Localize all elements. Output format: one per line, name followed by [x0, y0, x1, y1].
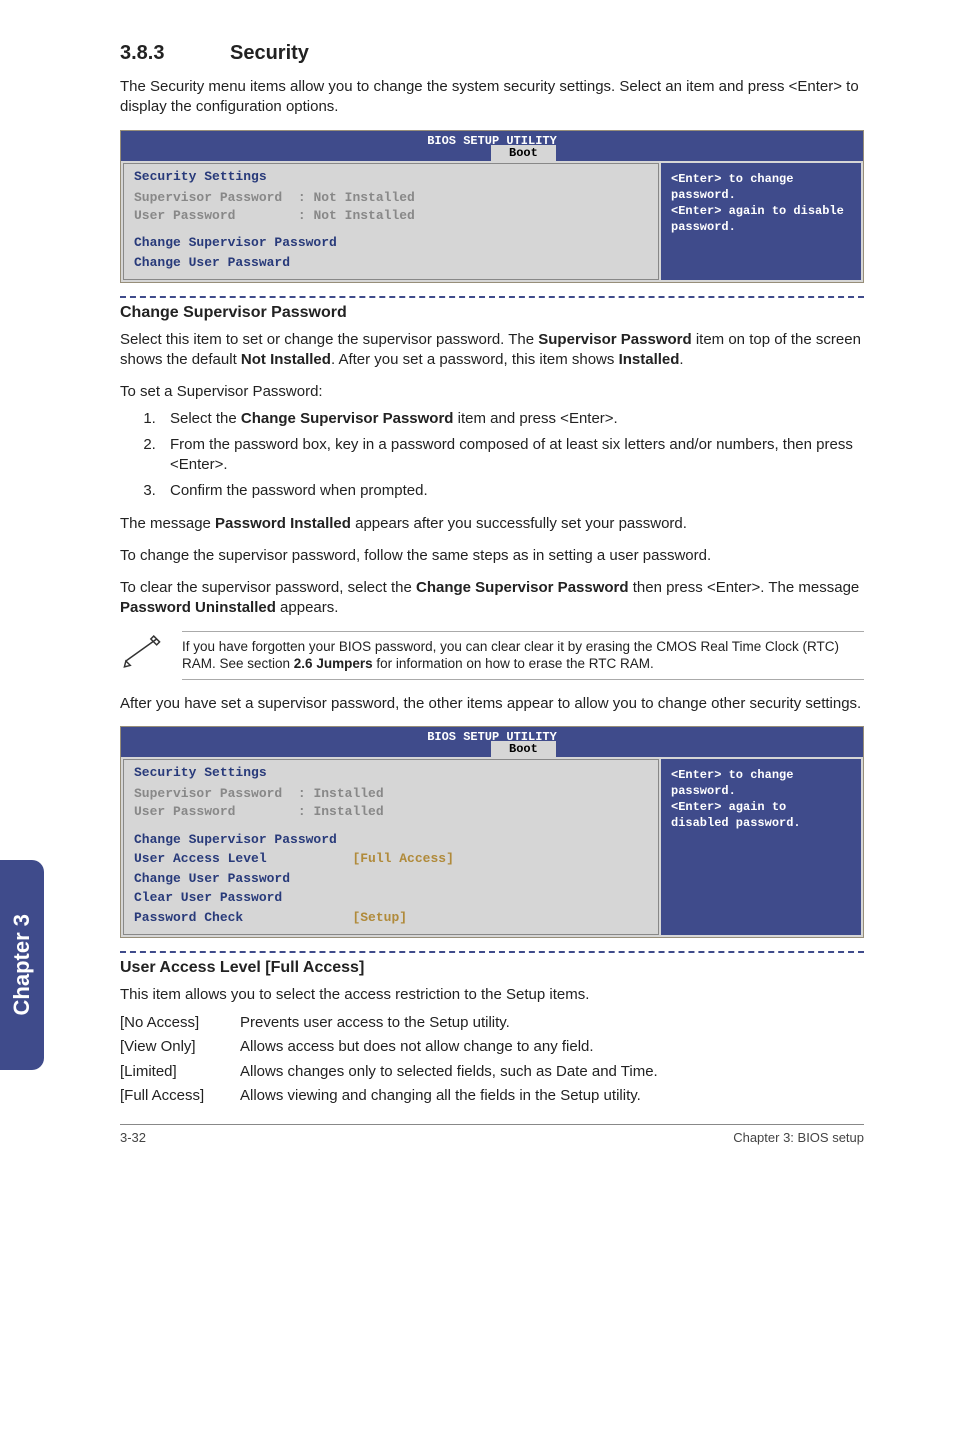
note-box: If you have forgotten your BIOS password…: [120, 631, 864, 680]
bios-header: BIOS SETUP UTILITY Boot: [121, 727, 863, 757]
text-frag: Installed: [619, 351, 680, 368]
step-1: Select the Change Supervisor Password it…: [160, 409, 864, 429]
bios-help-text: <Enter> to change password. <Enter> agai…: [671, 768, 801, 831]
options-list: [No Access]Prevents user access to the S…: [120, 1013, 864, 1106]
option-value: Prevents user access to the Setup utilit…: [240, 1013, 864, 1033]
supervisor-password-label: Supervisor Password: [134, 786, 282, 801]
supervisor-password-label: Supervisor Password: [134, 190, 282, 205]
para-after-set: After you have set a supervisor password…: [120, 694, 864, 714]
option-value: Allows access but does not allow change …: [240, 1037, 864, 1057]
chapter-side-tab-label: Chapter 3: [7, 914, 37, 1015]
menu-clear-user-password[interactable]: Clear User Password: [134, 889, 648, 907]
bios-left-header: Security Settings: [134, 764, 648, 782]
bios-help-pane: <Enter> to change password. <Enter> agai…: [661, 759, 861, 935]
menu-change-supervisor-password[interactable]: Change Supervisor Password: [134, 234, 648, 252]
user-password-label: User Password: [134, 804, 235, 819]
section-heading: 3.8.3Security: [120, 40, 864, 67]
text-frag: Select this item to set or change the su…: [120, 331, 538, 348]
bios-header: BIOS SETUP UTILITY Boot: [121, 131, 863, 161]
option-key: [View Only]: [120, 1037, 240, 1057]
text-frag: Change Supervisor Password: [416, 579, 629, 596]
option-row: [No Access]Prevents user access to the S…: [120, 1013, 864, 1033]
text-frag: Password Uninstalled: [120, 599, 276, 616]
text-frag: for information on how to erase the RTC …: [373, 656, 654, 671]
user-password-row: User Password : Not Installed: [134, 207, 648, 225]
supervisor-password-value: : Not Installed: [298, 190, 415, 205]
para-clear-supervisor: To clear the supervisor password, select…: [120, 578, 864, 619]
bios-left-pane: Security Settings Supervisor Password : …: [123, 163, 659, 281]
user-password-value: : Not Installed: [298, 208, 415, 223]
para-supervisor-desc: Select this item to set or change the su…: [120, 330, 864, 371]
text-frag: To clear the supervisor password, select…: [120, 579, 416, 596]
supervisor-password-row: Supervisor Password : Installed: [134, 785, 648, 803]
chapter-side-tab: Chapter 3: [0, 860, 44, 1070]
user-password-label: User Password: [134, 208, 235, 223]
steps-list: Select the Change Supervisor Password it…: [120, 409, 864, 502]
text-frag: appears.: [276, 599, 339, 616]
menu-user-access-level[interactable]: User Access Level [Full Access]: [134, 850, 648, 868]
bios-help-pane: <Enter> to change password. <Enter> agai…: [661, 163, 861, 281]
menu-value: [Full Access]: [352, 851, 453, 866]
supervisor-password-row: Supervisor Password : Not Installed: [134, 189, 648, 207]
user-password-value: : Installed: [298, 804, 384, 819]
heading-user-access-level: User Access Level [Full Access]: [120, 957, 864, 979]
para-password-installed: The message Password Installed appears a…: [120, 514, 864, 534]
option-value: Allows changes only to selected fields, …: [240, 1062, 864, 1082]
option-value: Allows viewing and changing all the fiel…: [240, 1086, 864, 1106]
text-frag: item and press <Enter>.: [453, 410, 617, 427]
option-row: [Full Access]Allows viewing and changing…: [120, 1086, 864, 1106]
menu-change-user-password[interactable]: Change User Password: [134, 870, 648, 888]
bios-panel-1: BIOS SETUP UTILITY Boot Security Setting…: [120, 130, 864, 284]
heading-change-supervisor-password: Change Supervisor Password: [120, 302, 864, 324]
bios-title: BIOS SETUP UTILITY: [121, 727, 863, 745]
section-title: Security: [230, 42, 309, 64]
text-frag: Change Supervisor Password: [241, 410, 454, 427]
page-footer: 3-32 Chapter 3: BIOS setup: [120, 1124, 864, 1147]
para-change-supervisor: To change the supervisor password, follo…: [120, 546, 864, 566]
option-key: [No Access]: [120, 1013, 240, 1033]
text-frag: appears after you successfully set your …: [351, 515, 687, 532]
menu-value: [Setup]: [352, 910, 407, 925]
menu-label: Password Check: [134, 910, 243, 925]
menu-label: User Access Level: [134, 851, 267, 866]
step-2: From the password box, key in a password…: [160, 435, 864, 476]
footer-page-number: 3-32: [120, 1129, 146, 1147]
bios-left-pane: Security Settings Supervisor Password : …: [123, 759, 659, 935]
text-frag: then press <Enter>. The message: [629, 579, 860, 596]
para-user-access-intro: This item allows you to select the acces…: [120, 985, 864, 1005]
note-icon: [120, 631, 164, 675]
step-3: Confirm the password when prompted.: [160, 481, 864, 501]
user-password-row: User Password : Installed: [134, 803, 648, 821]
text-frag: Password Installed: [215, 515, 351, 532]
menu-password-check[interactable]: Password Check [Setup]: [134, 909, 648, 927]
section-number: 3.8.3: [120, 40, 230, 67]
menu-change-supervisor-password[interactable]: Change Supervisor Password: [134, 831, 648, 849]
text-frag: 2.6 Jumpers: [294, 656, 373, 671]
option-row: [Limited]Allows changes only to selected…: [120, 1062, 864, 1082]
to-set-label: To set a Supervisor Password:: [120, 382, 864, 402]
text-frag: Select the: [170, 410, 241, 427]
option-row: [View Only]Allows access but does not al…: [120, 1037, 864, 1057]
text-frag: The message: [120, 515, 215, 532]
text-frag: . After you set a password, this item sh…: [331, 351, 619, 368]
option-key: [Full Access]: [120, 1086, 240, 1106]
bios-title: BIOS SETUP UTILITY: [121, 131, 863, 149]
footer-chapter-label: Chapter 3: BIOS setup: [733, 1129, 864, 1147]
bios-help-text: <Enter> to change password. <Enter> agai…: [671, 172, 844, 235]
option-key: [Limited]: [120, 1062, 240, 1082]
bios-panel-2: BIOS SETUP UTILITY Boot Security Setting…: [120, 726, 864, 938]
intro-paragraph: The Security menu items allow you to cha…: [120, 77, 864, 118]
text-frag: Supervisor Password: [538, 331, 691, 348]
text-frag: .: [679, 351, 683, 368]
text-frag: Not Installed: [241, 351, 331, 368]
note-text: If you have forgotten your BIOS password…: [182, 631, 864, 680]
menu-change-user-password[interactable]: Change User Passward: [134, 254, 648, 272]
bios-left-header: Security Settings: [134, 168, 648, 186]
supervisor-password-value: : Installed: [298, 786, 384, 801]
